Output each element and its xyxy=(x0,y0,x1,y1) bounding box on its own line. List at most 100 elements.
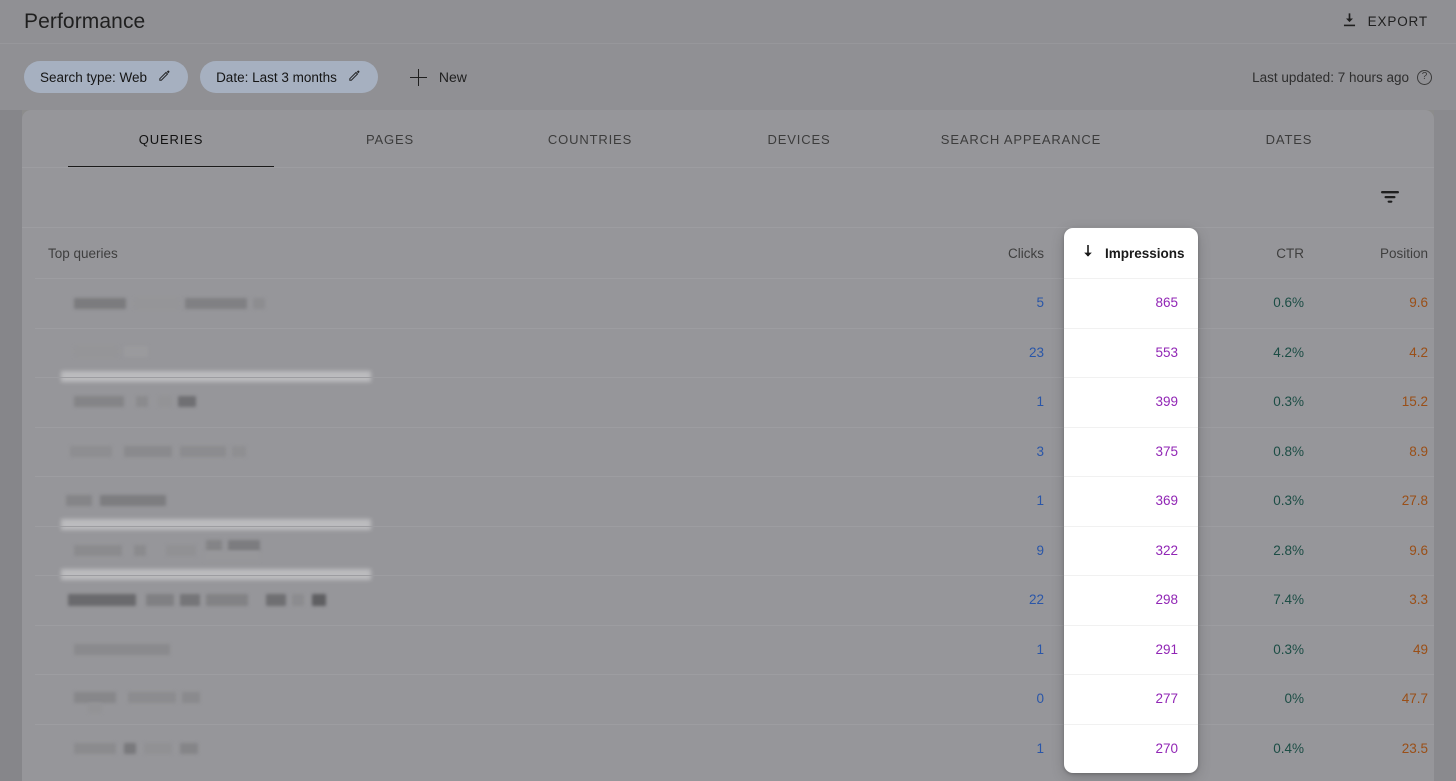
cell-query[interactable] xyxy=(48,377,368,427)
cell-clicks[interactable]: 5 xyxy=(922,278,1044,328)
pencil-icon xyxy=(347,68,362,86)
cell-position: 3.3 xyxy=(1409,592,1428,608)
redacted-query-text xyxy=(48,526,371,580)
cell-position: 15.2 xyxy=(1401,394,1428,410)
help-circle-icon[interactable]: ? xyxy=(1417,69,1432,85)
redacted-query-text xyxy=(48,575,368,625)
cell-clicks[interactable]: 1 xyxy=(922,476,1044,526)
cell-query[interactable] xyxy=(48,575,368,625)
export-button-label: EXPORT xyxy=(1367,14,1428,29)
cell-clicks[interactable]: 23 xyxy=(922,328,1044,378)
pencil-icon xyxy=(157,68,172,86)
cell-clicks[interactable]: 1 xyxy=(922,625,1044,675)
cell-clicks[interactable]: 0 xyxy=(922,674,1044,724)
cell-ctr: 0.3% xyxy=(1273,641,1304,657)
page-title: Performance xyxy=(24,9,146,33)
tab-search-appearance[interactable]: SEARCH APPEARANCE xyxy=(902,110,1140,168)
redacted-query-text xyxy=(48,278,368,328)
tab-devices-label: DEVICES xyxy=(767,131,831,147)
last-updated-label: Last updated: 7 hours ago xyxy=(1252,69,1409,85)
filter-funnel-button[interactable] xyxy=(1372,180,1408,216)
cell-position: 49 xyxy=(1412,641,1428,657)
redacted-query-text xyxy=(48,377,368,427)
filter-chip-search-type[interactable]: Search type: Web xyxy=(24,61,189,93)
cell-query[interactable] xyxy=(48,625,368,675)
cell-clicks[interactable]: 22 xyxy=(922,575,1044,625)
redacted-query-text xyxy=(48,724,368,774)
app-header: Performance EXPORT xyxy=(0,0,1456,43)
table-row[interactable]: 23 4.2% 4.2 xyxy=(22,327,1434,382)
last-updated: Last updated: 7 hours ago ? xyxy=(1252,69,1432,85)
filter-chip-date-label: Date: Last 3 months xyxy=(216,69,337,85)
add-new-filter-label: New xyxy=(438,69,467,85)
table-row[interactable]: 1 0.3% 27.8 xyxy=(22,476,1434,530)
tab-bar: QUERIES PAGES COUNTRIES DEVICES SEARCH A… xyxy=(22,110,1434,168)
column-header-clicks[interactable]: Clicks xyxy=(922,228,1044,278)
column-header-queries[interactable]: Top queries xyxy=(48,228,368,278)
redacted-query-text xyxy=(48,674,368,724)
cell-position: 23.5 xyxy=(1401,740,1428,756)
cell-clicks[interactable]: 3 xyxy=(922,427,1044,477)
filter-chip-search-type-label: Search type: Web xyxy=(40,69,148,85)
cell-ctr: 0.3% xyxy=(1273,394,1304,410)
add-new-filter-button[interactable]: New xyxy=(400,61,481,93)
cell-query[interactable] xyxy=(48,674,368,724)
table-row[interactable]: 1 0.4% 23.5 xyxy=(22,723,1434,774)
download-icon xyxy=(1340,11,1359,33)
cell-position: 27.8 xyxy=(1401,493,1428,509)
cell-ctr: 0% xyxy=(1284,691,1304,707)
cell-position: 9.6 xyxy=(1409,542,1428,558)
cell-ctr: 4.2% xyxy=(1273,344,1304,360)
filter-funnel-icon xyxy=(1379,189,1401,208)
performance-card: QUERIES PAGES COUNTRIES DEVICES SEARCH A… xyxy=(22,110,1434,781)
export-button[interactable]: EXPORT xyxy=(1336,5,1432,39)
tab-dates-label: DATES xyxy=(1265,131,1313,147)
column-header-ctr[interactable]: CTR xyxy=(1202,228,1304,278)
tab-countries[interactable]: COUNTRIES xyxy=(486,110,694,168)
cell-ctr: 7.4% xyxy=(1273,592,1304,608)
table-header-row: Top queries Clicks CTR Position xyxy=(22,228,1434,278)
tab-devices[interactable]: DEVICES xyxy=(700,110,898,168)
table-row[interactable]: 0 0% 47.7 xyxy=(22,674,1434,724)
redacted-query-text xyxy=(48,476,371,530)
column-header-position[interactable]: Position xyxy=(1322,228,1428,278)
cell-position: 47.7 xyxy=(1401,691,1428,707)
cell-ctr: 0.4% xyxy=(1273,740,1304,756)
performance-page: Performance EXPORT Search type: Web Date… xyxy=(0,0,1456,781)
plus-icon xyxy=(409,68,427,86)
tab-queries[interactable]: QUERIES xyxy=(68,110,274,168)
cell-clicks[interactable]: 1 xyxy=(922,724,1044,774)
table-toolbar xyxy=(22,168,1434,228)
cell-position: 8.9 xyxy=(1409,443,1428,459)
redacted-query-text xyxy=(48,328,371,382)
cell-query[interactable] xyxy=(48,526,371,580)
cell-ctr: 0.3% xyxy=(1273,493,1304,509)
cell-query[interactable] xyxy=(48,476,371,530)
table-row[interactable]: 5 0.6% 9.6 xyxy=(22,278,1434,328)
table-row[interactable]: 22 7.4% 3.3 xyxy=(22,575,1434,625)
performance-table: Top queries Clicks CTR Position 5 0.6% 9… xyxy=(22,228,1434,773)
cell-position: 9.6 xyxy=(1409,295,1428,311)
tab-pages[interactable]: PAGES xyxy=(290,110,490,168)
table-row[interactable]: 1 0.3% 15.2 xyxy=(22,377,1434,427)
filter-bar: Search type: Web Date: Last 3 months New xyxy=(0,44,1456,110)
redacted-query-text xyxy=(48,427,368,477)
cell-clicks[interactable]: 9 xyxy=(922,526,1044,576)
table-row[interactable]: 3 0.8% 8.9 xyxy=(22,426,1434,477)
redacted-query-text xyxy=(48,625,368,675)
cell-query[interactable] xyxy=(48,278,368,328)
left-gutter xyxy=(0,0,22,781)
filter-chip-date[interactable]: Date: Last 3 months xyxy=(200,61,378,93)
cell-ctr: 0.6% xyxy=(1273,295,1304,311)
cell-query[interactable] xyxy=(48,724,368,774)
tab-pages-label: PAGES xyxy=(365,131,415,147)
cell-ctr: 2.8% xyxy=(1273,542,1304,558)
cell-clicks[interactable]: 1 xyxy=(922,377,1044,427)
tab-dates[interactable]: DATES xyxy=(1190,110,1388,168)
cell-query[interactable] xyxy=(48,427,368,477)
cell-query[interactable] xyxy=(48,328,371,382)
tab-queries-label: QUERIES xyxy=(138,131,204,147)
table-row[interactable]: 9 2.8% 9.6 xyxy=(22,525,1434,580)
table-row[interactable]: 1 0.3% 49 xyxy=(22,624,1434,675)
right-gutter xyxy=(1434,110,1456,781)
